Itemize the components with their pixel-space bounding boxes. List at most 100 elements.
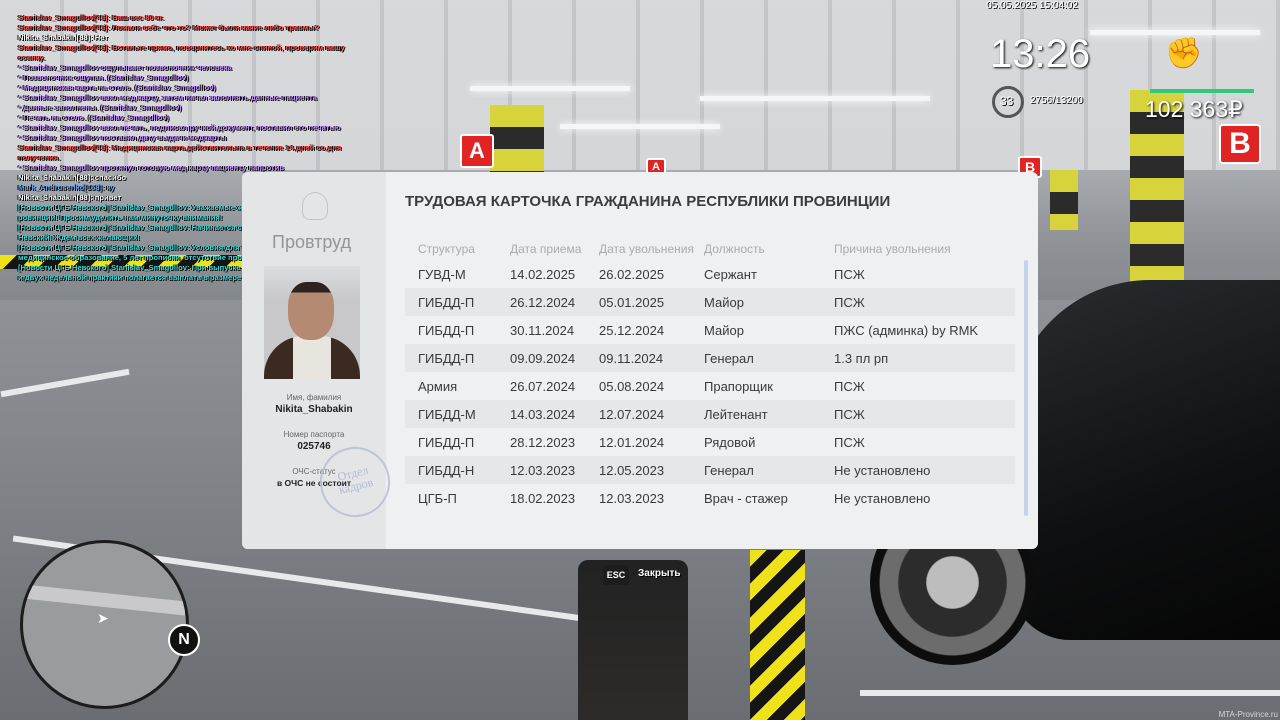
table-cell: ПСЖ (834, 294, 865, 310)
table-cell: 12.03.2023 (510, 462, 576, 478)
table-cell: ПСЖ (834, 378, 865, 394)
table-scrollbar[interactable] (1024, 260, 1028, 516)
chat-line: Stanislav_Smagullov[45]: Ломали себе что… (18, 23, 320, 32)
pillar (1050, 170, 1078, 230)
close-button[interactable]: Закрыть (638, 568, 681, 579)
esc-key-button[interactable]: ESC (603, 565, 629, 585)
chat-line: Stanislav_Smagullov[45]: Встаньте прямо,… (18, 43, 345, 62)
employment-table: Структура Дата приема Дата увольнения До… (405, 242, 1015, 512)
column-header: Дата увольнения (599, 242, 694, 256)
table-cell: 12.05.2023 (599, 462, 665, 478)
table-cell: 26.07.2024 (510, 378, 576, 394)
table-body[interactable]: ГУВД-М 14.02.2025 26.02.2025 Сержант ПСЖ ГИБД… (405, 260, 1015, 512)
table-cell: ГИБДД-П (418, 294, 475, 310)
watermark: MTA-Province.ru (1218, 710, 1278, 719)
hazard-stripes (750, 550, 805, 720)
provtrud-logo: Провтруд (272, 232, 352, 252)
photo-body (264, 336, 360, 379)
table-cell: 18.02.2023 (510, 490, 576, 506)
table-cell: 12.03.2023 (599, 490, 665, 506)
chat-line: * Данные заполнены. (Stanislav_Smagullov… (18, 103, 182, 112)
table-cell: ГИБДД-Н (418, 462, 475, 478)
table-cell: 12.07.2024 (599, 406, 665, 422)
table-row: ГИБДД-П 28.12.2023 12.01.2024 Рядовой ПСЖ (405, 428, 1015, 456)
chat-line: Nikita_Shabakin[88]: Нет (18, 33, 109, 42)
table-cell: Лейтенант (704, 406, 768, 422)
table-cell: ПСЖ (834, 406, 865, 422)
table-cell: Врач - стажер (704, 490, 788, 506)
card-title: ТРУДОВАЯ КАРТОЧКА ГРАЖДАНИНА РЕСПУБЛИКИ … (405, 193, 891, 210)
table-cell: ЦГБ-П (418, 490, 457, 506)
chat-line: * Stanislav_Smagullov ощупывает позвоноч… (18, 63, 232, 72)
table-row: Армия 26.07.2024 05.08.2024 Прапорщик ПСЖ (405, 372, 1015, 400)
table-row: ГУВД-М 14.02.2025 26.02.2025 Сержант ПСЖ (405, 260, 1015, 288)
chat-line: * Stanislav_Smagullov взял печать, подпи… (18, 123, 341, 132)
table-cell: Майор (704, 322, 744, 338)
table-row: ГИБДД-П 26.12.2024 05.01.2025 Майор ПСЖ (405, 288, 1015, 316)
player-marker-icon: ➤ (97, 611, 109, 627)
employment-card-modal: Провтруд Имя, фамилия Nikita_Shabakin Но… (242, 172, 1038, 549)
ceiling-light (470, 86, 630, 91)
health-bar (1150, 89, 1254, 93)
table-cell: 12.01.2024 (599, 434, 665, 450)
table-cell: 14.03.2024 (510, 406, 576, 422)
table-cell: Рядовой (704, 434, 756, 450)
chat-line: Stanislav_Smagullov[45]: Ваш вес 80 кг. (18, 13, 165, 22)
table-cell: 28.12.2023 (510, 434, 576, 450)
table-cell: 1.3 пл рп (834, 350, 889, 366)
minimap: ➤ (20, 540, 189, 709)
table-cell: 14.02.2025 (510, 266, 576, 282)
north-indicator: N (168, 624, 200, 656)
stamp-text: Отдел кадров (335, 462, 375, 497)
ceiling-light (1090, 30, 1260, 35)
table-cell: Прапорщик (704, 378, 773, 394)
table-cell: ПЖС (админка) by RMK (834, 322, 979, 338)
coat-of-arms-icon (302, 192, 328, 220)
table-row: ГИБДД-П 09.09.2024 09.11.2024 Генерал 1.3 пл… (405, 344, 1015, 372)
table-cell: 05.08.2024 (599, 378, 665, 394)
name-value: Nikita_Shabakin (275, 404, 353, 415)
table-cell: ГИБДД-М (418, 406, 476, 422)
citizen-photo (264, 266, 360, 379)
parking-sign-a: A (460, 134, 494, 168)
ceiling-light (560, 124, 720, 129)
player-character (578, 560, 688, 720)
chat-line: * Stanislav_Smagullov взял мед.карту, за… (18, 93, 317, 102)
floor-marking (860, 690, 1280, 696)
name-label: Имя, фамилия (286, 393, 342, 402)
zone-badge: B (1219, 124, 1261, 164)
table-row: ГИБДД-Н 12.03.2023 12.05.2023 Генерал Не уст… (405, 456, 1015, 484)
ceiling-light (700, 96, 930, 101)
table-cell: ПСЖ (834, 266, 865, 282)
table-cell: ГИБДД-П (418, 322, 475, 338)
table-cell: Генерал (704, 350, 754, 366)
table-cell: ПСЖ (834, 434, 865, 450)
fist-icon: ✊ (1165, 36, 1203, 71)
table-cell: 09.09.2024 (510, 350, 576, 366)
hr-stamp: Отдел кадров (312, 439, 398, 525)
column-header: Дата приема (510, 242, 582, 256)
table-cell: 05.01.2025 (599, 294, 665, 310)
table-row: ЦГБ-П 18.02.2023 12.03.2023 Врач - стажер Не… (405, 484, 1015, 512)
table-cell: ГИБДД-П (418, 434, 475, 450)
table-header: Структура Дата приема Дата увольнения До… (405, 242, 1015, 260)
table-cell: 09.11.2024 (599, 350, 664, 366)
table-cell: Майор (704, 294, 744, 310)
hud-experience: 2756/13200 (1030, 95, 1083, 106)
chat-line: Stanislav_Smagullov[45]: Медицинская кар… (18, 143, 342, 162)
table-cell: 26.12.2024 (510, 294, 576, 310)
column-header: Должность (704, 242, 765, 256)
hud-clock: 13:26 (990, 32, 1091, 76)
pillar (490, 105, 544, 175)
chat-line: * Печать на столе. (Stanislav_Smagullov) (18, 113, 170, 122)
table-cell: Сержант (704, 266, 757, 282)
chat-line: * Медицинская карта на столе. (Stanislav… (18, 83, 216, 92)
table-cell: ГИБДД-П (418, 350, 475, 366)
chat-line: * Stanislav_Smagullov поставил дату выда… (18, 133, 227, 142)
table-cell: Не установлено (834, 490, 931, 506)
table-cell: Армия (418, 378, 458, 394)
hud-money: 102 363₽ (1145, 96, 1243, 122)
column-header: Причина увольнения (834, 242, 951, 256)
hud-level: 33 (1000, 94, 1014, 108)
black-car (1010, 280, 1280, 640)
